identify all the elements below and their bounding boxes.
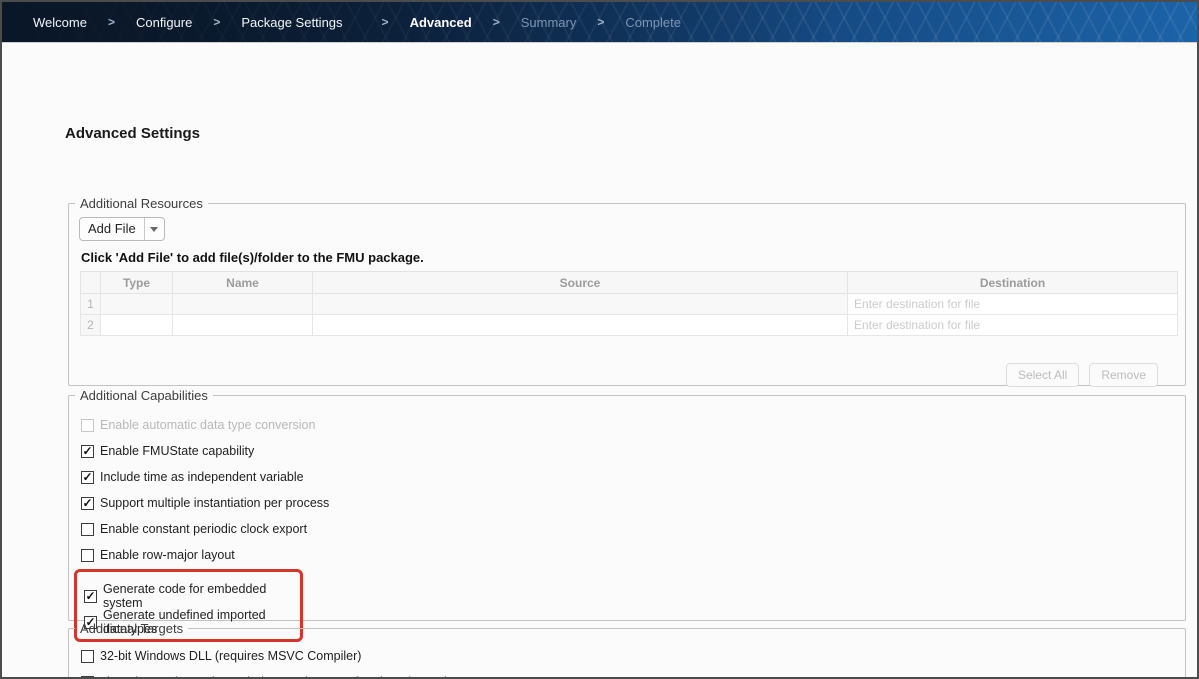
source-cell	[313, 294, 848, 315]
add-file-instruction: Click 'Add File' to add file(s)/folder t…	[81, 250, 1185, 265]
destination-cell	[848, 294, 1178, 315]
additional-targets-legend: Additional Targets	[75, 621, 188, 636]
select-all-button: Select All	[1006, 363, 1079, 387]
breadcrumb-separator-icon: >	[213, 15, 220, 29]
name-cell	[173, 294, 313, 315]
source-cell	[313, 315, 848, 336]
checkbox-label: Enable row-major layout	[100, 548, 235, 562]
checkbox-row-multiple-instantiation[interactable]: Support multiple instantiation per proce…	[81, 495, 1185, 511]
checkbox[interactable]	[84, 590, 97, 603]
checkbox-label: Generate code for embedded system	[103, 582, 300, 610]
breadcrumb-separator-icon: >	[493, 15, 500, 29]
col-header-type: Type	[101, 272, 173, 294]
resources-table: Type Name Source Destination 1	[80, 271, 1178, 336]
checkbox-row-periodic-clock-export[interactable]: Enable constant periodic clock export	[81, 521, 1185, 537]
col-header-source: Source	[313, 272, 848, 294]
content-area: Advanced Settings Additional Resources A…	[2, 43, 1197, 677]
type-cell	[101, 315, 173, 336]
table-row: 1	[81, 294, 1178, 315]
additional-targets-group: Additional Targets 32-bit Windows DLL (r…	[68, 621, 1186, 679]
checkbox-label: Linux (x86-64), requires Windows Subsyst…	[100, 675, 449, 679]
add-file-split-button[interactable]: Add File	[79, 217, 165, 241]
row-number: 1	[81, 294, 101, 315]
checkbox-row-32bit-windows-dll[interactable]: 32-bit Windows DLL (requires MSVC Compil…	[81, 648, 1185, 664]
additional-resources-legend: Additional Resources	[75, 196, 208, 211]
col-header-name: Name	[173, 272, 313, 294]
additional-resources-group: Additional Resources Add File Click 'Add…	[68, 196, 1186, 386]
checkbox-row-row-major-layout[interactable]: Enable row-major layout	[81, 547, 1185, 563]
breadcrumb-step-welcome[interactable]: Welcome	[33, 15, 87, 30]
wizard-window: Welcome > Configure > Package Settings >…	[0, 0, 1199, 679]
checkbox[interactable]	[81, 471, 94, 484]
destination-cell	[848, 315, 1178, 336]
col-header-rownum	[81, 272, 101, 294]
additional-capabilities-group: Additional Capabilities Enable automatic…	[68, 388, 1186, 621]
breadcrumb-step-summary: Summary	[521, 15, 577, 30]
page-title: Advanced Settings	[65, 125, 200, 142]
checkbox[interactable]	[81, 549, 94, 562]
checkbox[interactable]	[81, 445, 94, 458]
table-actions: Select All Remove	[1006, 363, 1158, 387]
checkbox-row-embedded-system-code[interactable]: Generate code for embedded system	[84, 588, 300, 604]
checkbox-row-time-independent-variable[interactable]: Include time as independent variable	[81, 469, 1185, 485]
breadcrumb-step-package-settings[interactable]: Package Settings	[241, 15, 342, 30]
breadcrumb-step-configure[interactable]: Configure	[136, 15, 192, 30]
breadcrumb-separator-icon: >	[597, 15, 604, 29]
breadcrumb-step-advanced[interactable]: Advanced	[410, 15, 472, 30]
checkbox[interactable]	[81, 523, 94, 536]
checkbox[interactable]	[81, 676, 94, 679]
wizard-header: Welcome > Configure > Package Settings >…	[2, 2, 1197, 43]
add-file-button[interactable]: Add File	[80, 218, 144, 240]
type-cell	[101, 294, 173, 315]
checkbox	[81, 419, 94, 432]
checkbox-label: 32-bit Windows DLL (requires MSVC Compil…	[100, 649, 361, 663]
checkbox-label: Support multiple instantiation per proce…	[100, 496, 329, 510]
breadcrumb-separator-icon: >	[382, 15, 389, 29]
additional-capabilities-legend: Additional Capabilities	[75, 388, 213, 403]
checkbox-row-linux-x86-64[interactable]: Linux (x86-64), requires Windows Subsyst…	[81, 674, 1185, 679]
checkbox-row-auto-datatype-conversion: Enable automatic data type conversion	[81, 417, 1185, 433]
name-cell	[173, 315, 313, 336]
chevron-down-icon	[150, 227, 158, 232]
col-header-destination: Destination	[848, 272, 1178, 294]
row-number: 2	[81, 315, 101, 336]
checkbox-label: Enable FMUState capability	[100, 444, 254, 458]
checkbox[interactable]	[81, 650, 94, 663]
checkbox-label: Include time as independent variable	[100, 470, 304, 484]
checkbox-label: Enable automatic data type conversion	[100, 418, 315, 432]
breadcrumb-separator-icon: >	[108, 15, 115, 29]
destination-input[interactable]	[848, 315, 1177, 335]
breadcrumb: Welcome > Configure > Package Settings >…	[2, 2, 1197, 42]
resources-table-header-row: Type Name Source Destination	[81, 272, 1178, 294]
checkbox-row-fmustate-capability[interactable]: Enable FMUState capability	[81, 443, 1185, 459]
table-row: 2	[81, 315, 1178, 336]
checkbox[interactable]	[81, 497, 94, 510]
destination-input[interactable]	[848, 294, 1177, 314]
add-file-dropdown-button[interactable]	[144, 218, 164, 240]
remove-button: Remove	[1089, 363, 1158, 387]
checkbox-label: Enable constant periodic clock export	[100, 522, 307, 536]
breadcrumb-step-complete: Complete	[625, 15, 681, 30]
